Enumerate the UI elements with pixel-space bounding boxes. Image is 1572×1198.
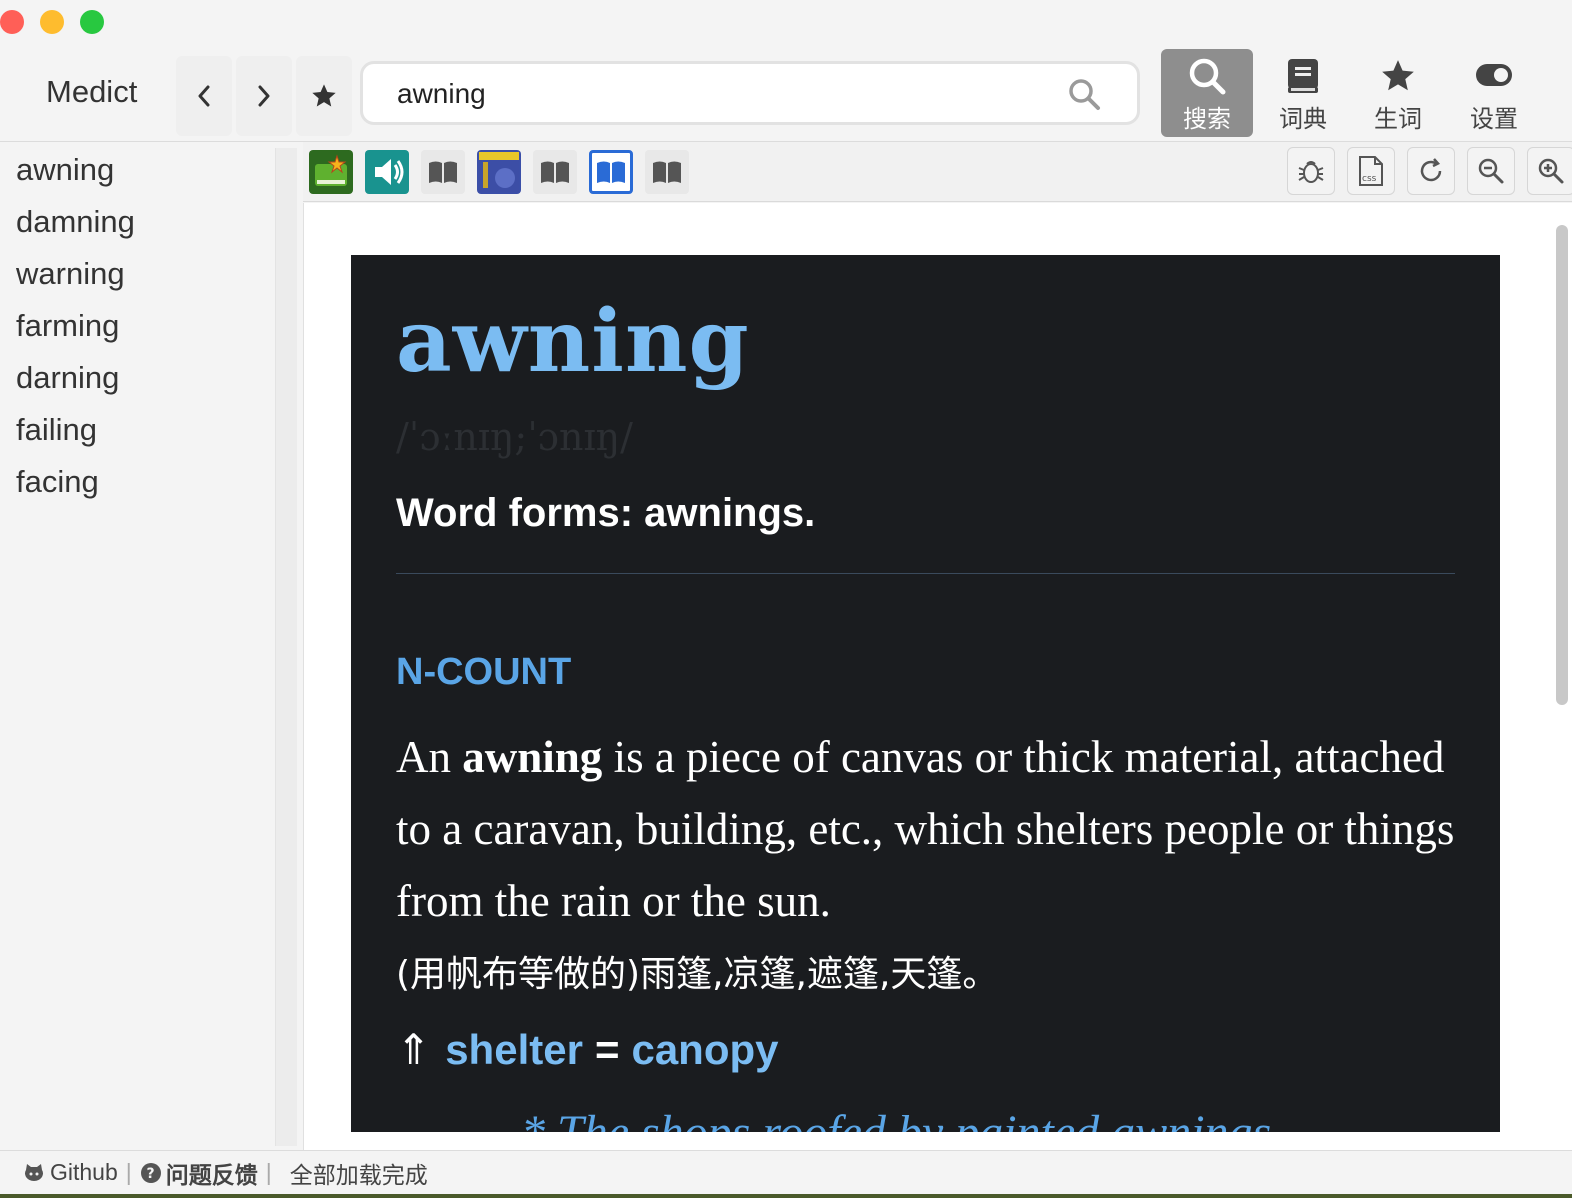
- list-item[interactable]: awning: [0, 144, 275, 196]
- zoom-in-icon: [1538, 158, 1564, 184]
- phonetic: /ˈɔːnɪŋ;ˈɔnɪŋ/: [396, 415, 633, 459]
- github-link[interactable]: Github: [22, 1159, 118, 1186]
- status-separator: |: [265, 1159, 272, 1185]
- speaker-icon: [375, 159, 404, 185]
- mode-vocabulary-label: 生词: [1374, 105, 1422, 133]
- bug-icon: [1298, 161, 1324, 183]
- word-forms: Word forms: awnings.: [396, 491, 816, 535]
- dict-tab-book-3-selected[interactable]: [589, 150, 633, 194]
- feedback-link[interactable]: ? 问题反馈: [140, 1156, 258, 1190]
- desktop-background-strip: [0, 1194, 1572, 1198]
- search-icon: [1189, 58, 1226, 95]
- dict-tab-book-1[interactable]: [421, 150, 465, 194]
- svg-text:?: ?: [146, 1166, 154, 1182]
- back-button[interactable]: [176, 56, 232, 136]
- chevron-left-icon: [198, 85, 210, 107]
- longman-cover-icon: [479, 152, 519, 192]
- forward-button[interactable]: [236, 56, 292, 136]
- mode-search-button[interactable]: 搜索: [1161, 49, 1253, 137]
- github-label: Github: [50, 1159, 118, 1185]
- divider: [396, 573, 1455, 574]
- dictionary-bar: css: [303, 142, 1572, 202]
- favorite-button[interactable]: [296, 56, 352, 136]
- app-title: Medict: [46, 74, 138, 109]
- synonym-equals: =: [594, 1025, 620, 1073]
- open-book-icon: [653, 161, 681, 183]
- dict-tab-book-2[interactable]: [533, 150, 577, 194]
- book-icon: [1288, 59, 1318, 93]
- word-list: awning damning warning farming darning f…: [0, 142, 275, 1150]
- list-item[interactable]: damning: [0, 196, 275, 248]
- sidebar-splitter[interactable]: [275, 148, 297, 1146]
- status-bar: Github | ? 问题反馈 | 全部加载完成: [0, 1150, 1572, 1194]
- toolbar: Medict 搜索 词典 生词 设置: [0, 0, 1572, 142]
- status-separator: |: [125, 1159, 132, 1185]
- list-item[interactable]: warning: [0, 248, 275, 300]
- dict-tab-book-4[interactable]: [645, 150, 689, 194]
- synonym-arrow-icon: ⇑: [396, 1025, 432, 1074]
- open-book-icon: [597, 161, 625, 183]
- svg-text:css: css: [1362, 174, 1377, 184]
- search-box: [360, 61, 1140, 125]
- zoom-window-button[interactable]: [80, 10, 104, 34]
- zoom-out-icon: [1478, 158, 1504, 184]
- scrollbar[interactable]: [1550, 223, 1570, 1150]
- mode-vocabulary-button[interactable]: 生词: [1352, 49, 1444, 137]
- headword: awning: [396, 291, 750, 392]
- main-panel: css awning /ˈɔːnɪŋ;ˈɔnɪŋ/ Word forms: aw…: [303, 142, 1572, 1150]
- definition-text: An awning is a piece of canvas or thick …: [396, 721, 1456, 937]
- star-icon: [312, 84, 336, 107]
- example-sentence: * The shops roofed by painted awnings: [521, 1105, 1271, 1132]
- part-of-speech: N-COUNT: [396, 651, 572, 693]
- open-book-icon: [541, 161, 569, 183]
- list-item[interactable]: farming: [0, 300, 275, 352]
- github-icon: [25, 1163, 43, 1181]
- dict-tab-longman[interactable]: [477, 150, 521, 194]
- close-window-button[interactable]: [0, 10, 24, 34]
- mode-settings-button[interactable]: 设置: [1448, 49, 1540, 137]
- feedback-label: 问题反馈: [165, 1162, 258, 1189]
- synonym-line: ⇑ shelter = canopy: [396, 1025, 779, 1074]
- zoom-out-button[interactable]: [1467, 147, 1515, 195]
- list-item[interactable]: darning: [0, 352, 275, 404]
- css-file-icon: css: [1359, 156, 1383, 186]
- definition-view: awning /ˈɔːnɪŋ;ˈɔnɪŋ/ Word forms: awning…: [303, 203, 1572, 1150]
- definition-headword: awning: [462, 732, 603, 782]
- synonym-link[interactable]: canopy: [631, 1026, 778, 1074]
- open-book-icon: [429, 161, 457, 183]
- refresh-button[interactable]: [1407, 147, 1455, 195]
- star-icon: [1382, 60, 1414, 91]
- definition-pre: An: [396, 732, 463, 782]
- css-button[interactable]: css: [1347, 147, 1395, 195]
- mode-settings-label: 设置: [1470, 105, 1518, 133]
- refresh-icon: [1420, 158, 1442, 182]
- chinese-translation: (用帆布等做的)雨篷,凉篷,遮篷,天篷。: [396, 954, 999, 995]
- search-icon[interactable]: [1067, 77, 1101, 111]
- list-item[interactable]: failing: [0, 404, 275, 456]
- dict-tab-audio[interactable]: [365, 150, 409, 194]
- mode-search-label: 搜索: [1183, 105, 1231, 133]
- minimize-window-button[interactable]: [40, 10, 64, 34]
- dict-tab-green-book[interactable]: [309, 150, 353, 194]
- scrollbar-thumb[interactable]: [1556, 225, 1568, 705]
- chevron-right-icon: [258, 85, 270, 107]
- debug-button[interactable]: [1287, 147, 1335, 195]
- green-book-icon: [315, 154, 347, 186]
- list-item[interactable]: facing: [0, 456, 275, 508]
- mode-dictionary-button[interactable]: 词典: [1257, 49, 1349, 137]
- zoom-in-button[interactable]: [1527, 147, 1572, 195]
- toggle-icon: [1476, 64, 1512, 86]
- entry-card: awning /ˈɔːnɪŋ;ˈɔnɪŋ/ Word forms: awning…: [351, 255, 1500, 1132]
- synonym-link[interactable]: shelter: [445, 1026, 583, 1074]
- mode-dictionary-label: 词典: [1279, 105, 1327, 133]
- search-input[interactable]: [397, 76, 1047, 112]
- status-message: 全部加载完成: [289, 1162, 428, 1189]
- question-icon: ?: [140, 1162, 161, 1183]
